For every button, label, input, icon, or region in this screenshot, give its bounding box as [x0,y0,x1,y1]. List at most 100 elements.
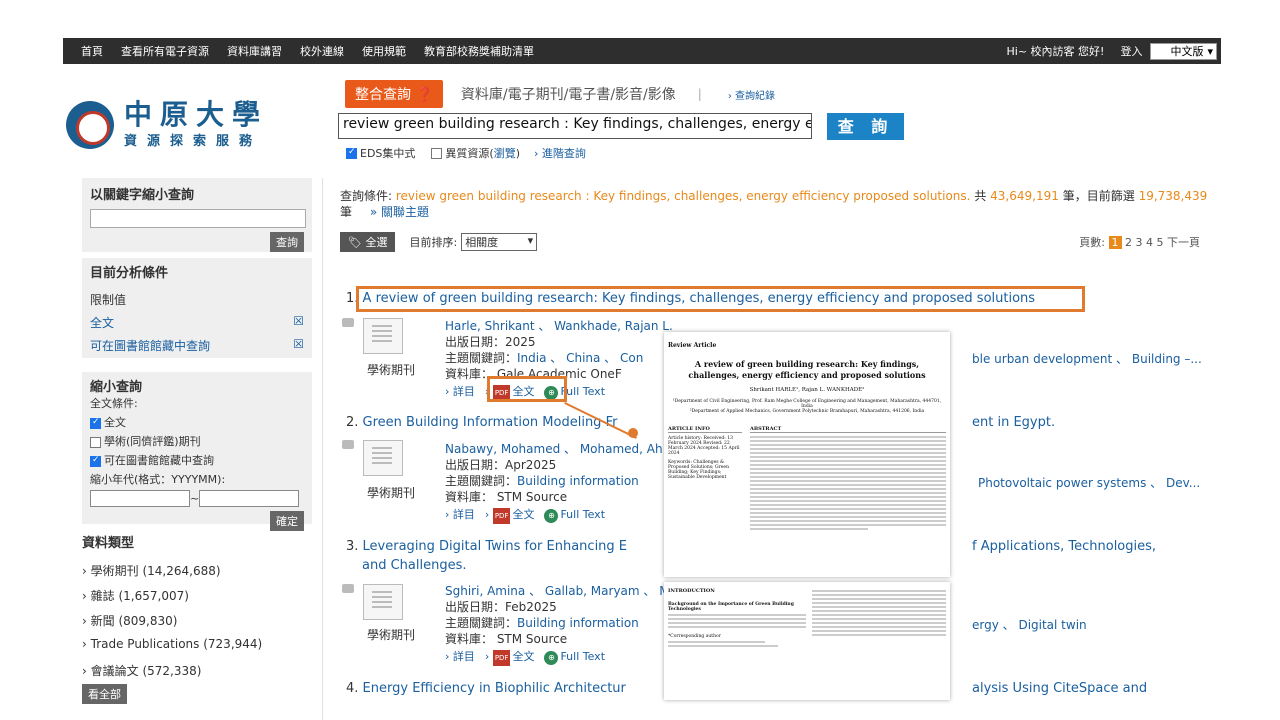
result-database: 資料庫： STM Source [445,632,568,646]
type-item[interactable]: › 新聞 (809,830) [82,612,177,629]
peer-review-label: 學術(同儕評鑑)期刊 [104,435,201,448]
hetero-checkbox[interactable] [431,147,443,159]
tag-icon[interactable] [342,440,354,449]
detail-link-label: 詳目 [452,508,475,521]
result-title-3[interactable]: 3. Leveraging Digital Twins for Enhancin… [346,539,627,554]
nav-all-resources[interactable]: 查看所有電子資源 [121,43,209,59]
date-from-input[interactable] [90,490,190,507]
login-link[interactable]: 登入 [1120,43,1142,59]
result-title-2-end[interactable]: ent in Egypt. [972,415,1055,430]
fulltext-link[interactable]: ⊕ Full Text [544,508,605,523]
result-keywords-more[interactable]: ergy 、 Digital twin [972,616,1087,633]
date-to-input[interactable] [199,490,300,507]
peer-review-checkbox[interactable] [90,436,101,448]
fulltext-link-label: Full Text [560,385,606,398]
view-all-button[interactable]: 看全部 [82,684,127,704]
detail-link[interactable]: › 詳目 [445,508,475,521]
result-keywords-more[interactable]: Photovoltaic power systems 、 Dev... [978,474,1200,491]
limit-library[interactable]: 可在圖書館館藏中查詢 [90,337,210,354]
result-authors[interactable]: Nabawy, Mohamed 、 Mohamed, Ah [445,442,663,456]
paper-corresponding: *Corresponding author [668,634,721,639]
type-item[interactable]: › 學術期刊 (14,264,688) [82,562,221,579]
keyword-narrow-input[interactable] [90,209,306,228]
detail-link[interactable]: › 詳目 [445,650,475,663]
limit-fulltext[interactable]: 全文 [90,314,114,331]
result-authors[interactable]: Sghiri, Amina 、 Gallab, Maryam 、 M [445,584,670,598]
search-history-link[interactable]: › 查詢紀錄 [728,87,775,102]
page-3[interactable]: 3 [1136,236,1143,249]
page-5[interactable]: 5 [1157,236,1164,249]
nav-usage-rules[interactable]: 使用規範 [362,43,406,59]
result-keywords[interactable]: Building information [517,616,639,630]
fulltext-pdf-label: 全文 [512,650,535,663]
type-count: (14,264,688) [142,564,221,578]
fulltext-pdf-link[interactable]: › PDF 全文 [485,508,534,524]
sort-select[interactable]: 相關度 ▾ [461,233,538,251]
nav-home[interactable]: 首頁 [81,43,103,59]
paper-background-heading: Background on the Importance of Green Bu… [668,602,794,612]
highlight-box [356,286,1085,312]
type-item[interactable]: › Trade Publications (723,944) [82,637,262,651]
result-title-text: Green Building Information Modeling Fr [362,415,618,430]
detail-link[interactable]: › 詳目 [445,385,475,398]
paper-keywords: Keywords: Challenges & Proposed Solution… [668,460,729,480]
tag-icon[interactable] [342,584,354,593]
keyword-narrow-heading: 以關鍵字縮小查詢 [90,188,195,203]
fulltext-checkbox[interactable] [90,417,101,429]
date-confirm-button[interactable]: 確定 [270,511,304,531]
search-input[interactable]: review green building research : Key fin… [338,113,812,139]
search-options: EDS集中式 異質資源(瀏覽) › 進階查詢 [346,145,586,161]
page-4[interactable]: 4 [1146,236,1153,249]
fulltext-link[interactable]: ⊕ Full Text [544,650,605,665]
eds-checkbox[interactable] [346,147,357,159]
remove-limit-icon[interactable]: ☒ [293,337,304,354]
results-toolbar: 🏷 全選 目前排序: 相關度 ▾ 頁數: 1 2 3 4 5 下一頁 [340,232,1200,252]
result-title-4[interactable]: 4. Energy Efficiency in Biophilic Archit… [346,681,626,696]
result-keywords[interactable]: Building information [517,474,639,488]
paper-preview-page2: INTRODUCTION Background on the Importanc… [664,582,950,700]
type-item[interactable]: › 雜誌 (1,657,007) [82,587,189,604]
result-title-2[interactable]: 2. Green Building Information Modeling F… [346,415,617,430]
type-item[interactable]: › 會議論文 (572,338) [82,662,201,679]
help-icon[interactable]: ❓ [415,87,432,103]
nav-db-training[interactable]: 資料庫講習 [227,43,282,59]
next-page-link[interactable]: 下一頁 [1167,236,1200,249]
page-2[interactable]: 2 [1125,236,1132,249]
related-topics-link[interactable]: » 關聯主題 [370,205,429,219]
condition-prefix: 查詢條件: [340,189,393,203]
result-keywords[interactable]: India 、 China 、 Con [517,351,643,365]
nav-moe-list[interactable]: 教育部校務獎補助清單 [424,43,534,59]
logo-title: 中原大學 [124,98,269,131]
select-all-button[interactable]: 🏷 全選 [340,232,396,252]
library-checkbox[interactable] [90,455,101,467]
result-title-4-end[interactable]: alysis Using CiteSpace and [972,681,1147,696]
tag-icon[interactable] [342,318,354,327]
result-title-3-line2[interactable]: and Challenges. [362,558,467,573]
total-unit: 筆 [1062,189,1075,203]
date-range-separator: ~ [190,492,200,505]
university-logo[interactable]: 中原大學 資源探索服務 [66,100,268,149]
browse-link[interactable]: 瀏覽 [494,145,516,161]
result-authors[interactable]: Harle, Shrikant 、 Wankhade, Rajan L. [445,319,673,333]
type-name: Trade Publications [90,637,200,651]
page-1[interactable]: 1 [1108,236,1122,249]
search-button[interactable]: 查 詢 [827,113,904,140]
narrow-panel: 縮小查詢 全文條件: 全文 學術(同儕評鑑)期刊 可在圖書館館藏中查詢 縮小年代… [82,372,312,531]
fulltext-pdf-link[interactable]: › PDF 全文 [485,650,535,666]
type-name: 雜誌 [90,589,115,603]
integrated-search-tab[interactable]: 整合查詢 ❓ [345,80,443,108]
remove-limit-icon[interactable]: ☒ [293,314,304,331]
nav-off-campus[interactable]: 校外連線 [300,43,344,59]
database-tab[interactable]: 資料庫/電子期刊/電子書/影音/影像 [461,84,676,104]
result-title-3-end[interactable]: f Applications, Technologies, [972,539,1156,554]
keywords-label: 主題關鍵詞： [445,351,518,365]
keyword-narrow-button[interactable]: 查詢 [270,232,304,252]
language-value: 中文版 [1170,45,1204,58]
tab-divider: | [697,87,702,101]
advanced-search-link[interactable]: › 進階查詢 [534,145,586,161]
keywords-label: 主題關鍵詞： [445,474,518,488]
language-select[interactable]: 中文版 ▾ [1150,42,1217,60]
result-date: 出版日期：Apr2025 [445,458,557,472]
result-keywords-more[interactable]: ble urban development 、 Building –... [972,350,1202,367]
greeting-text: Hi~ 校內訪客 您好! [1006,45,1105,58]
